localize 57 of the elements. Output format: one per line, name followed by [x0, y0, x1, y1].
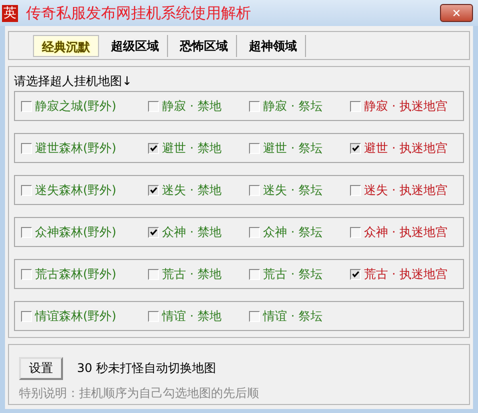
checkbox[interactable]: [148, 268, 159, 280]
checkbox-label[interactable]: 迷失森林(野外): [35, 182, 116, 198]
checkbox[interactable]: [148, 184, 159, 196]
checkbox[interactable]: [350, 142, 361, 154]
checkbox-label[interactable]: 荒古 · 祭坛: [263, 266, 322, 282]
checkbox[interactable]: [350, 100, 361, 112]
checkbox-label[interactable]: 避世森林(野外): [35, 140, 116, 156]
checkbox-label[interactable]: 静寂之城(野外): [35, 98, 116, 114]
tab[interactable]: 经典沉默: [33, 34, 99, 56]
checkbox[interactable]: [249, 268, 260, 280]
note-text: 特别说明：挂机顺序为自己勾选地图的先后顺: [19, 385, 260, 402]
checkbox-label[interactable]: 情谊 · 祭坛: [263, 308, 322, 324]
checkbox-label[interactable]: 情谊森林(野外): [35, 308, 116, 324]
checkbox-label[interactable]: 避世 · 祭坛: [263, 140, 322, 156]
checkbox[interactable]: [249, 226, 260, 238]
checkbox-label[interactable]: 荒古森林(野外): [35, 266, 116, 282]
checkbox[interactable]: [148, 310, 159, 322]
checkbox-label[interactable]: 荒古 · 执迷地宫: [364, 266, 448, 282]
checkbox[interactable]: [148, 226, 159, 238]
checkbox[interactable]: [249, 310, 260, 322]
checkbox[interactable]: [249, 184, 260, 196]
tab[interactable]: 超级区域: [103, 34, 168, 56]
checkbox[interactable]: [21, 142, 32, 154]
checkbox-label[interactable]: 静寂 · 执迷地宫: [364, 98, 448, 114]
window-title: 传奇私服发布网挂机系统使用解析: [26, 4, 252, 22]
checkbox[interactable]: [21, 100, 32, 112]
section-heading: 请选择超人挂机地图↓: [14, 73, 134, 87]
checkbox-label[interactable]: 迷失 · 执迷地宫: [364, 182, 448, 198]
checkbox-label[interactable]: 迷失 · 祭坛: [263, 182, 322, 198]
checkbox-label[interactable]: 众神 · 执迷地宫: [364, 224, 448, 240]
checkbox-label[interactable]: 避世 · 禁地: [162, 140, 222, 156]
checkbox[interactable]: [21, 184, 32, 196]
checkbox[interactable]: [148, 100, 159, 112]
checkbox[interactable]: [249, 142, 260, 154]
settings-button[interactable]: 设置: [19, 357, 63, 380]
checkbox-label[interactable]: 避世 · 执迷地宫: [364, 140, 448, 156]
checkbox-label[interactable]: 情谊 · 禁地: [162, 308, 222, 324]
checkbox[interactable]: [148, 142, 159, 154]
auto-switch-text: 30 秒未打怪自动切换地图: [77, 360, 216, 377]
checkbox[interactable]: [21, 310, 32, 322]
tab[interactable]: 超神领域: [241, 34, 306, 56]
checkbox[interactable]: [21, 268, 32, 280]
checkbox-label[interactable]: 迷失 · 禁地: [162, 182, 222, 198]
app-icon: 英: [2, 4, 18, 22]
checkbox-label[interactable]: 静寂 · 祭坛: [263, 98, 322, 114]
checkbox[interactable]: [350, 268, 361, 280]
checkbox[interactable]: [350, 226, 361, 238]
checkbox-label[interactable]: 众神 · 祭坛: [263, 224, 322, 240]
checkbox-label[interactable]: 众神 · 禁地: [162, 224, 222, 240]
checkbox-label[interactable]: 荒古 · 禁地: [162, 266, 222, 282]
checkbox[interactable]: [350, 184, 361, 196]
checkbox[interactable]: [249, 100, 260, 112]
checkbox[interactable]: [21, 226, 32, 238]
close-button[interactable]: ✕: [440, 4, 473, 22]
tab[interactable]: 恐怖区域: [172, 34, 237, 56]
checkbox-label[interactable]: 静寂 · 禁地: [162, 98, 222, 114]
checkbox-label[interactable]: 众神森林(野外): [35, 224, 116, 240]
